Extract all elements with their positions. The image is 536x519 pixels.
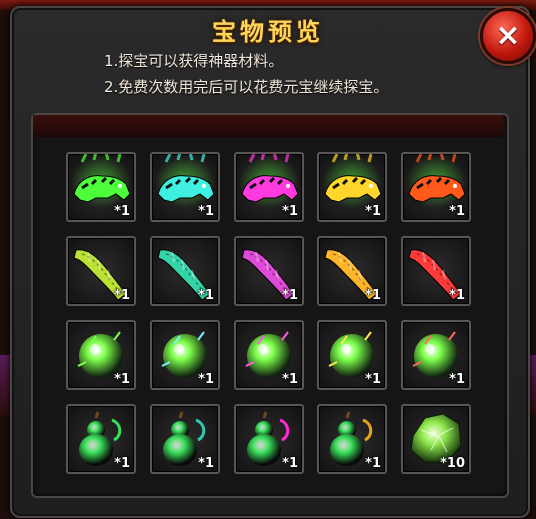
reward-slot[interactable]: *1 [317, 236, 387, 306]
item-quantity: *1 [282, 204, 298, 219]
reward-grid-header-band [33, 115, 503, 137]
item-quantity: *10 [440, 456, 465, 471]
description-line-2: 2.免费次数用完后可以花费元宝继续探宝。 [104, 78, 389, 96]
item-quantity: *1 [114, 288, 130, 303]
reward-slot[interactable]: *1 [150, 152, 220, 222]
reward-slot[interactable]: *1 [317, 320, 387, 390]
close-icon: × [495, 18, 521, 53]
item-quantity: *1 [449, 372, 465, 387]
panel-title: 宝物预览 [212, 17, 324, 46]
item-quantity: *1 [365, 372, 381, 387]
item-quantity: *1 [282, 456, 298, 471]
reward-slot[interactable]: *1 [66, 236, 136, 306]
item-quantity: *1 [449, 288, 465, 303]
reward-slot[interactable]: *1 [150, 404, 220, 474]
reward-slot[interactable]: *1 [317, 152, 387, 222]
item-quantity: *1 [449, 204, 465, 219]
item-quantity: *1 [365, 288, 381, 303]
reward-slot[interactable]: *1 [150, 320, 220, 390]
reward-slot[interactable]: *1 [66, 152, 136, 222]
reward-slot[interactable]: *1 [234, 320, 304, 390]
reward-slot[interactable]: *1 [66, 320, 136, 390]
reward-slot[interactable]: *10 [401, 404, 471, 474]
reward-slot[interactable]: *1 [401, 152, 471, 222]
reward-slot[interactable]: *1 [234, 404, 304, 474]
item-quantity: *1 [365, 204, 381, 219]
item-quantity: *1 [282, 372, 298, 387]
item-quantity: *1 [198, 288, 214, 303]
reward-slot[interactable]: *1 [401, 236, 471, 306]
item-quantity: *1 [282, 288, 298, 303]
close-button[interactable]: × [480, 8, 536, 64]
reward-slot[interactable]: *1 [234, 236, 304, 306]
item-quantity: *1 [365, 456, 381, 471]
item-quantity: *1 [198, 456, 214, 471]
reward-slot[interactable]: *1 [317, 404, 387, 474]
item-quantity: *1 [114, 456, 130, 471]
reward-slot[interactable]: *1 [401, 320, 471, 390]
item-quantity: *1 [114, 372, 130, 387]
item-quantity: *1 [198, 204, 214, 219]
description-line-1: 1.探宝可以获得神器材料。 [104, 52, 284, 70]
reward-slot[interactable]: *1 [234, 152, 304, 222]
item-quantity: *1 [198, 372, 214, 387]
item-quantity: *1 [114, 204, 130, 219]
reward-slot[interactable]: *1 [150, 236, 220, 306]
reward-slot[interactable]: *1 [66, 404, 136, 474]
